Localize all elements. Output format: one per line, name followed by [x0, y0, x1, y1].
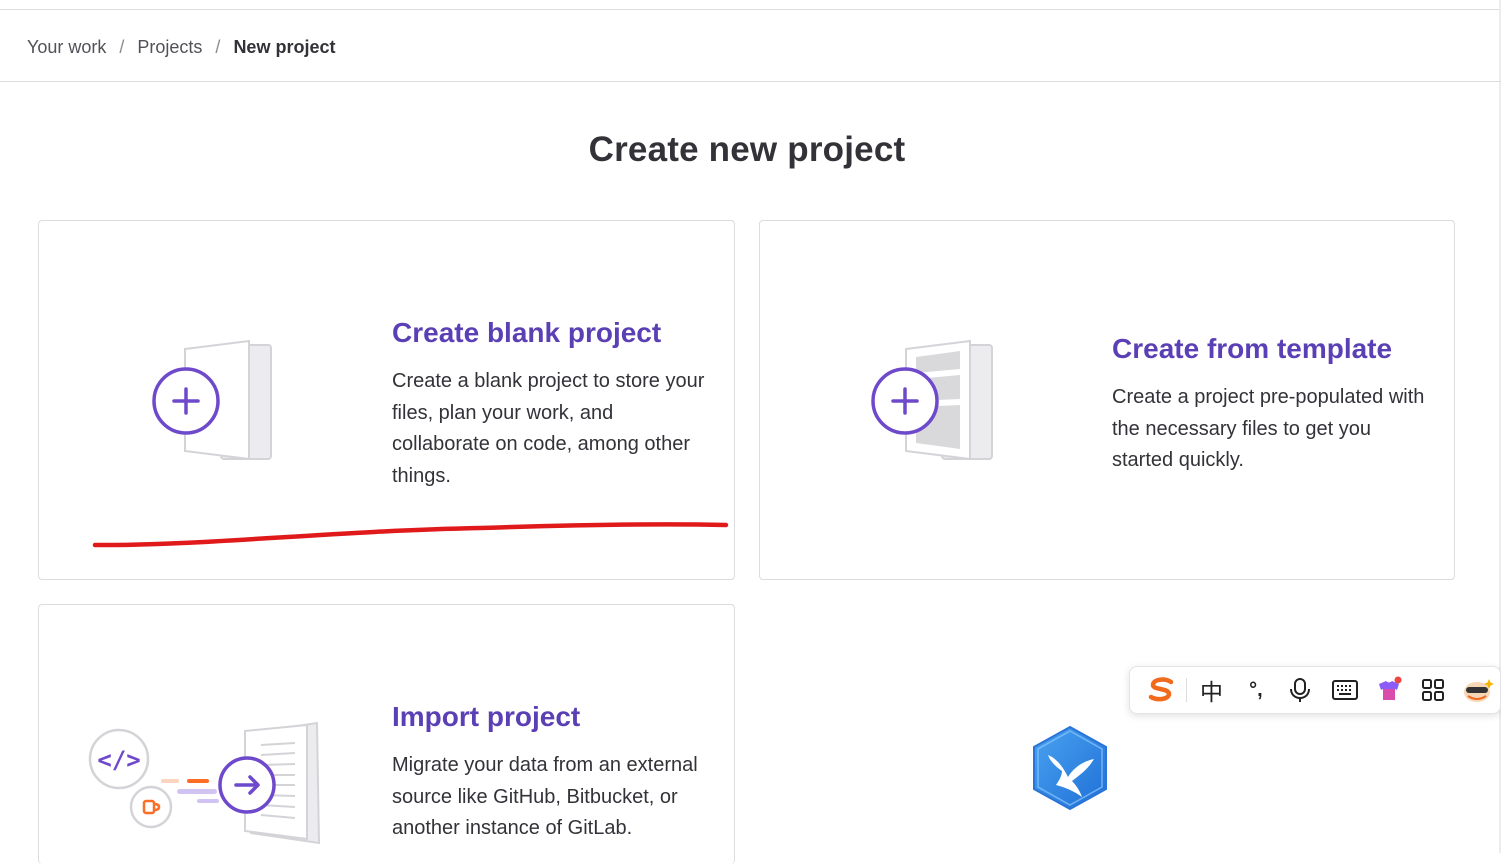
- chinese-mode-icon[interactable]: 中: [1189, 667, 1233, 713]
- top-border: [0, 9, 1501, 10]
- create-blank-project-card[interactable]: Create blank project Create a blank proj…: [38, 220, 735, 580]
- punctuation-label: °,: [1249, 678, 1263, 701]
- breadcrumb-current: New project: [233, 36, 336, 57]
- import-project-description: Migrate your data from an external sourc…: [392, 754, 698, 839]
- bird-app-icon[interactable]: [1030, 725, 1110, 811]
- chinese-mode-label: 中: [1200, 680, 1223, 706]
- keyboard-icon[interactable]: [1322, 667, 1366, 713]
- create-from-template-description: Create a project pre-populated with the …: [1112, 386, 1425, 471]
- import-project-title[interactable]: Import project: [392, 701, 580, 733]
- template-project-illustration-icon: [871, 339, 993, 461]
- ime-separator: [1186, 678, 1188, 702]
- create-from-template-title[interactable]: Create from template: [1112, 333, 1392, 365]
- import-project-illustration-icon: </>: [88, 721, 321, 845]
- breadcrumb-separator: /: [215, 36, 221, 57]
- breadcrumb-separator: /: [119, 36, 125, 57]
- create-blank-project-description: Create a blank project to store your fil…: [392, 370, 705, 487]
- import-project-card[interactable]: </> Import project Migrate your data fro…: [38, 604, 735, 864]
- skin-icon[interactable]: [1367, 667, 1411, 713]
- blank-project-illustration-icon: [152, 339, 272, 461]
- breadcrumb: Your work / Projects / New project: [27, 36, 335, 58]
- create-blank-project-title[interactable]: Create blank project: [392, 317, 661, 349]
- grid-apps-icon[interactable]: [1411, 667, 1455, 713]
- create-from-template-card[interactable]: Create from template Create a project pr…: [759, 220, 1455, 580]
- sogou-logo-icon[interactable]: [1140, 667, 1184, 713]
- page-title: Create new project: [588, 130, 906, 169]
- mascot-icon[interactable]: [1456, 667, 1500, 713]
- microphone-icon[interactable]: [1278, 667, 1322, 713]
- punctuation-icon[interactable]: °,: [1234, 667, 1278, 713]
- svg-text:</>: </>: [97, 746, 140, 774]
- breadcrumb-your-work[interactable]: Your work: [27, 37, 106, 58]
- header-divider: [0, 81, 1501, 82]
- breadcrumb-projects[interactable]: Projects: [137, 37, 202, 58]
- ime-toolbar: 中 °,: [1129, 666, 1501, 714]
